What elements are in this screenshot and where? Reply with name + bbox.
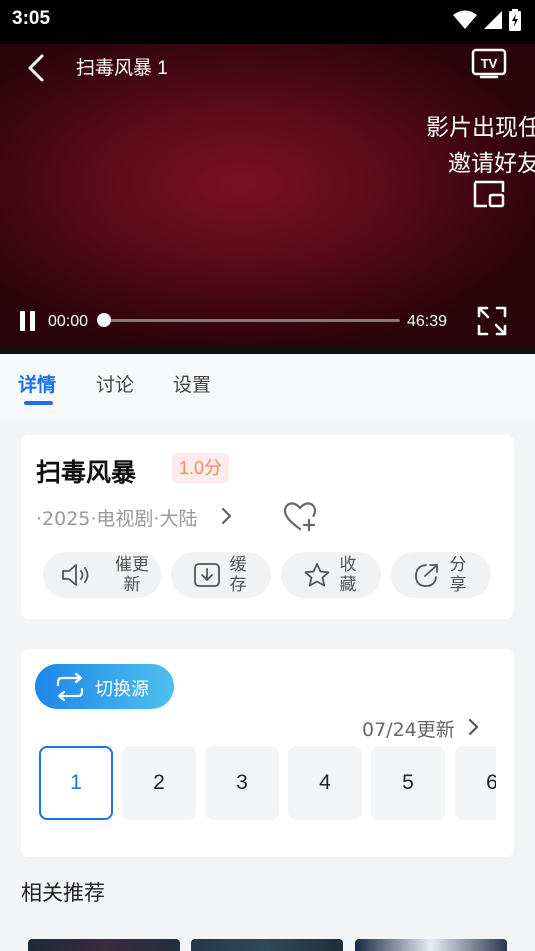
recommend-title: 相关推荐 bbox=[21, 881, 105, 905]
episode-item[interactable]: 1 bbox=[39, 746, 113, 820]
episode-item[interactable]: 3 bbox=[205, 746, 279, 820]
heart-plus-icon[interactable] bbox=[283, 501, 317, 533]
status-time: 3:05 bbox=[12, 8, 51, 29]
share-icon bbox=[415, 564, 438, 587]
battery-icon bbox=[509, 9, 521, 31]
recommend-thumbnail[interactable] bbox=[28, 939, 180, 951]
episode-item[interactable]: 5 bbox=[371, 746, 445, 820]
back-arrow-icon[interactable] bbox=[22, 52, 50, 84]
tab-settings[interactable]: 设置 bbox=[173, 370, 211, 397]
info-card: 扫毒风暴 1.0分 ·2025·电视剧·大陆 催更新 缓存 收藏 分享 bbox=[21, 435, 514, 619]
favorite-button[interactable]: 收藏 bbox=[281, 552, 381, 598]
status-icons bbox=[453, 9, 521, 31]
seek-bar[interactable] bbox=[97, 313, 400, 327]
fullscreen-icon[interactable] bbox=[477, 306, 507, 336]
star-icon bbox=[304, 563, 330, 587]
duration: 46:39 bbox=[407, 313, 448, 330]
recommend-thumbnail[interactable] bbox=[355, 939, 507, 951]
update-info[interactable]: 07/24更新 bbox=[362, 715, 455, 742]
current-time: 00:00 bbox=[48, 313, 89, 330]
overlay-text-line1: 影片出现任 bbox=[426, 115, 535, 141]
recommend-thumbnail[interactable] bbox=[191, 939, 343, 951]
episodes-card: 切换源 07/24更新 1 2 3 4 5 6 bbox=[21, 649, 514, 857]
player-title: 扫毒风暴 1 bbox=[76, 58, 168, 79]
status-bar: 3:05 bbox=[0, 0, 535, 44]
tab-details[interactable]: 详情 bbox=[18, 370, 56, 397]
picture-in-picture-icon[interactable] bbox=[471, 178, 507, 210]
cache-button[interactable]: 缓存 bbox=[171, 552, 271, 598]
tab-active-indicator bbox=[24, 401, 53, 405]
switch-source-label: 切换源 bbox=[95, 679, 149, 700]
share-button[interactable]: 分享 bbox=[391, 552, 491, 598]
svg-text:TV: TV bbox=[481, 56, 498, 71]
score-badge: 1.0分 bbox=[172, 453, 230, 483]
favorite-label: 收藏 bbox=[339, 555, 357, 595]
chevron-right-icon[interactable] bbox=[220, 506, 234, 526]
speaker-icon bbox=[62, 564, 89, 586]
share-label: 分享 bbox=[449, 555, 467, 595]
tv-cast-icon[interactable]: TV bbox=[471, 46, 507, 80]
urge-update-label: 催更新 bbox=[115, 555, 149, 595]
urge-update-button[interactable]: 催更新 bbox=[43, 552, 161, 598]
video-player[interactable]: 扫毒风暴 1 TV 影片出现任 邀请好友 00:00 46:39 bbox=[0, 44, 535, 354]
chevron-right-icon[interactable] bbox=[467, 717, 481, 737]
episode-list[interactable]: 1 2 3 4 5 6 bbox=[39, 746, 496, 820]
wifi-icon bbox=[453, 10, 477, 29]
show-meta[interactable]: ·2025·电视剧·大陆 bbox=[36, 504, 197, 531]
show-title: 扫毒风暴 bbox=[36, 458, 137, 487]
episode-item[interactable]: 4 bbox=[288, 746, 362, 820]
player-bottom-edge bbox=[0, 346, 535, 354]
tab-discussion[interactable]: 讨论 bbox=[96, 370, 134, 397]
episode-item[interactable]: 6 bbox=[455, 746, 496, 820]
episode-item[interactable]: 2 bbox=[122, 746, 196, 820]
tab-bar: 详情 讨论 设置 bbox=[0, 354, 535, 420]
cache-label: 缓存 bbox=[229, 555, 247, 595]
download-icon bbox=[194, 563, 220, 587]
seek-thumb[interactable] bbox=[97, 313, 111, 327]
overlay-text-line2: 邀请好友 bbox=[448, 151, 535, 177]
swap-icon bbox=[56, 673, 84, 701]
signal-icon bbox=[484, 11, 502, 29]
switch-source-button[interactable]: 切换源 bbox=[35, 664, 174, 709]
pause-icon[interactable] bbox=[18, 310, 38, 332]
